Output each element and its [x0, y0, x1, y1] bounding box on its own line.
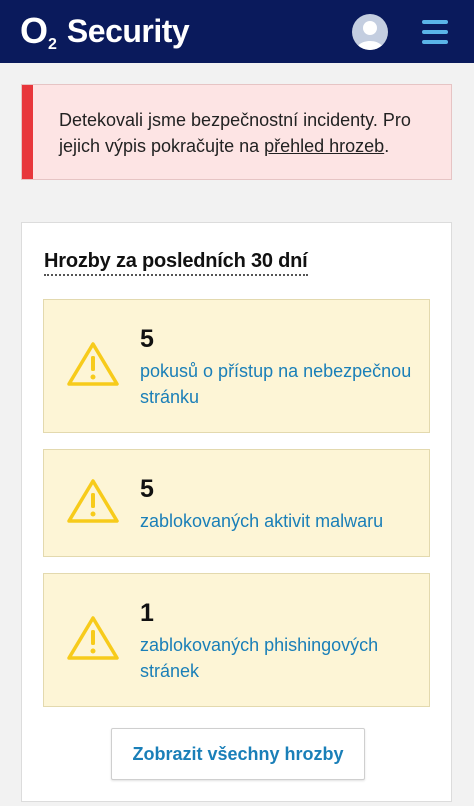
threat-overview-link[interactable]: přehled hrozeb	[264, 136, 384, 156]
threat-label: zablokovaných aktivit malwaru	[140, 511, 384, 531]
warning-icon	[67, 479, 119, 523]
threat-item-dangerous-page: 5 pokusů o přístup na nebezpečnou stránk…	[43, 299, 430, 433]
threat-item-phishing: 1 zablokovaných phishingových stránek	[43, 573, 430, 707]
show-all-threats-button[interactable]: Zobrazit všechny hrozby	[111, 728, 365, 780]
o2-security-logo[interactable]: O 2 Security	[20, 10, 190, 53]
threat-label: zablokovaných phishingových stránek	[140, 635, 379, 681]
alert-accent-bar	[22, 85, 33, 179]
threats-card-title[interactable]: Hrozby za posledních 30 dní	[44, 250, 308, 276]
threat-label: pokusů o přístup na nebezpečnou stránku	[140, 361, 412, 407]
threat-count: 1	[140, 599, 154, 627]
alert-message: Detekovali jsme bezpečnostní incidenty. …	[59, 107, 444, 159]
alert-text-after: .	[384, 136, 390, 156]
warning-icon	[67, 342, 119, 386]
threats-card: Hrozby za posledních 30 dní 5 pokusů o p…	[21, 222, 452, 802]
threat-count: 5	[140, 475, 154, 503]
security-incident-alert: Detekovali jsme bezpečnostní incidenty. …	[21, 84, 452, 180]
logo-two: 2	[48, 36, 57, 53]
top-bar: O 2 Security	[0, 0, 474, 63]
threat-item-malware: 5 zablokovaných aktivit malwaru	[43, 449, 430, 557]
warning-icon	[67, 616, 119, 660]
logo-o: O	[20, 10, 49, 51]
user-avatar-icon[interactable]	[352, 14, 388, 50]
hamburger-menu-icon[interactable]	[418, 18, 452, 46]
threat-count: 5	[140, 325, 154, 353]
app-name: Security	[66, 13, 190, 49]
